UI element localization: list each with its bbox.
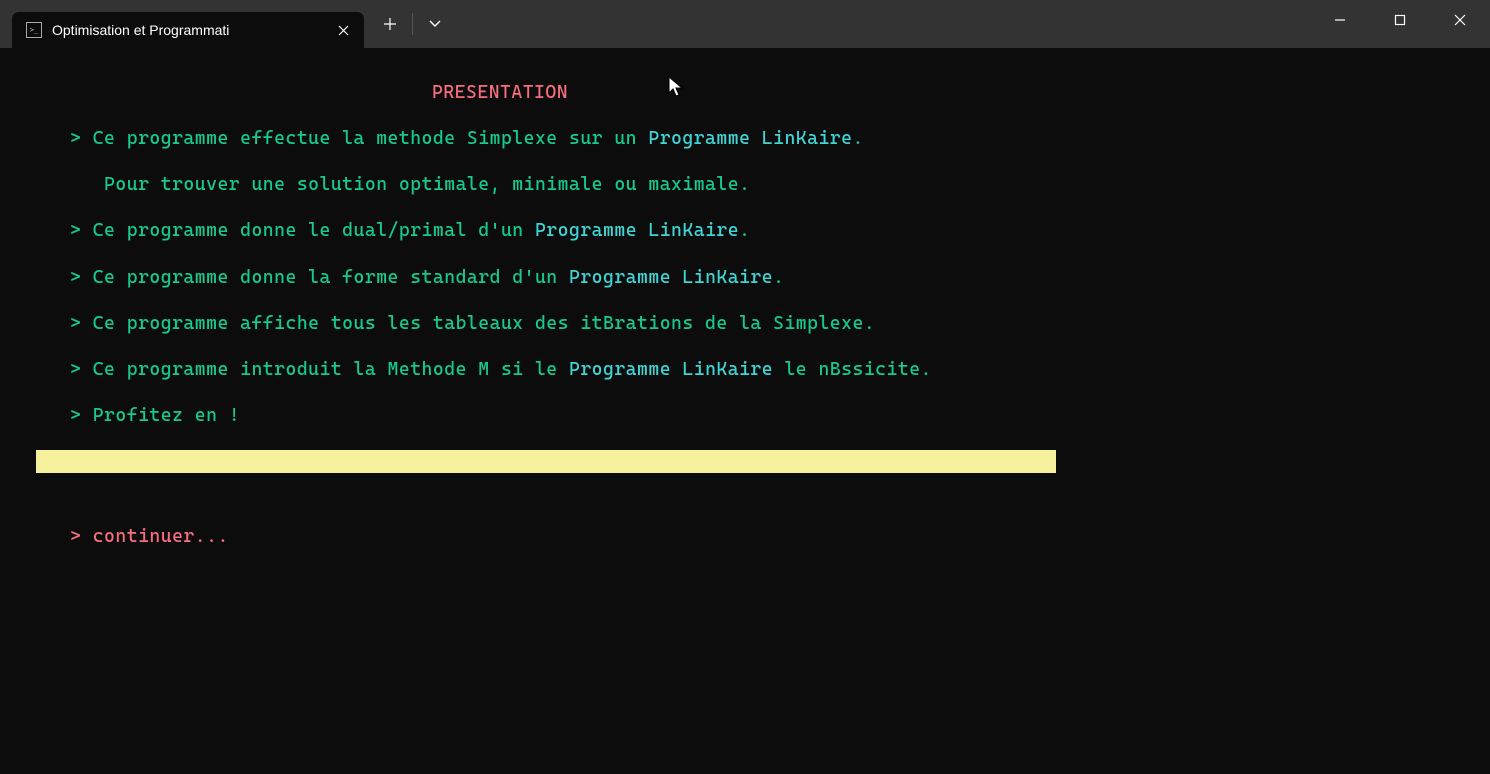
terminal-line: > Ce programme introduit la Methode M si… [0,358,1490,381]
terminal-line: > Ce programme donne le dual/primal d'un… [0,219,1490,242]
presentation-heading: PRESENTATION [0,81,1490,104]
maximize-icon [1394,14,1406,26]
window-titlebar: >_ Optimisation et Programmati [0,0,1490,48]
terminal-line: > Ce programme donne la forme standard d… [0,266,1490,289]
terminal-line: > Ce programme affiche tous les tableaux… [0,312,1490,335]
minimize-icon [1334,14,1346,26]
titlebar-divider [412,13,413,35]
tab-title: Optimisation et Programmati [52,22,328,38]
titlebar-buttons [370,0,455,48]
close-tab-button[interactable] [334,21,352,39]
terminal-line: > Ce programme effectue la methode Simpl… [0,127,1490,150]
plus-icon [384,18,396,30]
continue-prompt: > continuer... [0,525,1490,548]
window-controls [1310,0,1490,40]
active-tab[interactable]: >_ Optimisation et Programmati [12,12,364,48]
terminal-line: > Profitez en ! [0,404,1490,427]
terminal-line: Pour trouver une solution optimale, mini… [0,173,1490,196]
terminal-icon: >_ [26,22,42,38]
chevron-down-icon [429,20,441,28]
tab-dropdown-button[interactable] [415,7,455,41]
minimize-button[interactable] [1310,0,1370,40]
close-icon [338,25,349,36]
close-icon [1454,14,1466,26]
new-tab-button[interactable] [370,7,410,41]
maximize-button[interactable] [1370,0,1430,40]
close-window-button[interactable] [1430,0,1490,40]
divider-bar [36,450,1056,473]
terminal-output[interactable]: PRESENTATION > Ce programme effectue la … [0,48,1490,548]
